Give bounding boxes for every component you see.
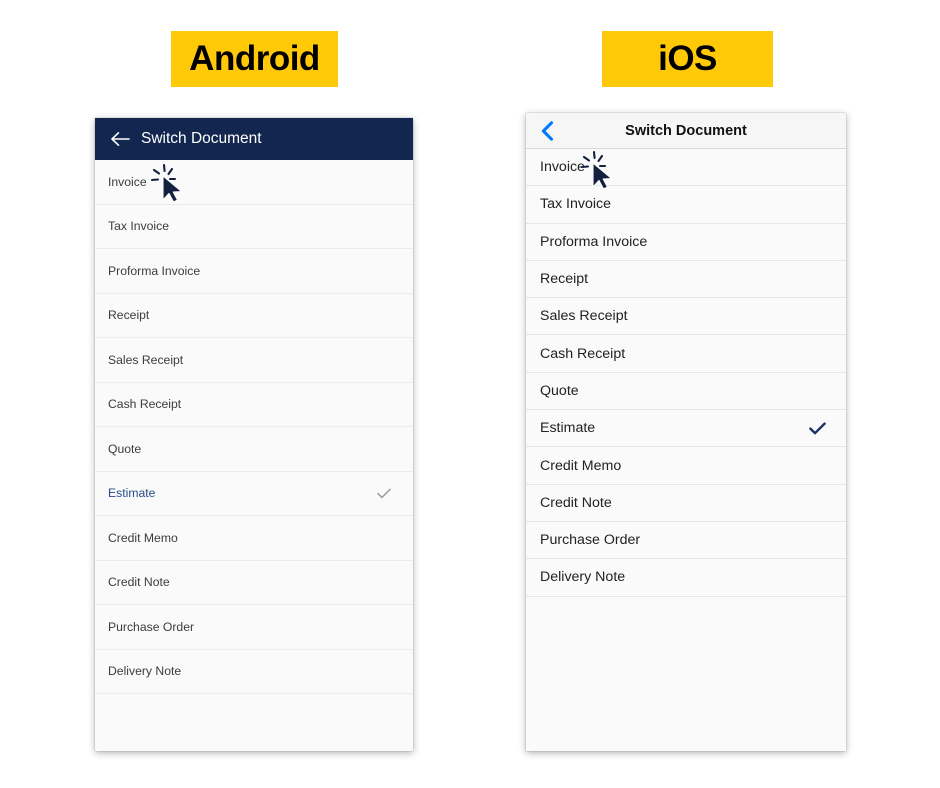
platform-badge-android: Android — [171, 31, 338, 87]
ios-document-list: Invoice Tax Invoice Proforma Invoice Rec… — [526, 149, 846, 597]
android-list-item-label: Credit Note — [108, 575, 170, 590]
ios-list-item-label: Tax Invoice — [540, 196, 611, 213]
ios-list-item-credit-memo[interactable]: Credit Memo — [526, 447, 846, 485]
android-list-item-delivery-note[interactable]: Delivery Note — [95, 649, 413, 694]
back-chevron-icon[interactable] — [538, 120, 556, 142]
android-list-item-credit-memo[interactable]: Credit Memo — [95, 516, 413, 561]
android-list-item-proforma-invoice[interactable]: Proforma Invoice — [95, 249, 413, 294]
platform-badge-ios-label: iOS — [658, 39, 717, 78]
ios-list-item-sales-receipt[interactable]: Sales Receipt — [526, 298, 846, 336]
ios-page-title: Switch Document — [625, 122, 747, 139]
platform-badge-android-label: Android — [189, 39, 320, 78]
ios-list-item-cash-receipt[interactable]: Cash Receipt — [526, 335, 846, 373]
platform-badge-ios: iOS — [602, 31, 773, 87]
android-screen: Switch Document Invoice Tax Invoice Prof… — [95, 118, 413, 751]
ios-list-item-label: Quote — [540, 382, 579, 399]
android-list-item-estimate[interactable]: Estimate — [95, 471, 413, 516]
ios-list-item-label: Proforma Invoice — [540, 233, 648, 250]
ios-list-item-label: Estimate — [540, 420, 596, 437]
android-list-item-label: Estimate — [108, 486, 156, 501]
comparison-stage: Android iOS Switch Document Invoice Tax … — [0, 0, 940, 788]
android-list-item-label: Credit Memo — [108, 530, 178, 545]
ios-list-item-label: Credit Memo — [540, 457, 622, 474]
android-list-item-sales-receipt[interactable]: Sales Receipt — [95, 338, 413, 383]
android-list-item-purchase-order[interactable]: Purchase Order — [95, 605, 413, 650]
ios-list-item-quote[interactable]: Quote — [526, 372, 846, 411]
android-list-item-tax-invoice[interactable]: Tax Invoice — [95, 204, 413, 249]
android-list-item-invoice[interactable]: Invoice — [95, 160, 413, 205]
android-list-item-label: Proforma Invoice — [108, 263, 201, 278]
android-list-item-label: Cash Receipt — [108, 397, 182, 412]
android-list-item-label: Invoice — [108, 174, 147, 189]
android-list-item-quote[interactable]: Quote — [95, 427, 413, 472]
ios-list-item-label: Cash Receipt — [540, 345, 626, 362]
android-list-item-label: Purchase Order — [108, 619, 195, 634]
ios-list-item-credit-note[interactable]: Credit Note — [526, 484, 846, 522]
ios-selected-check-icon — [809, 422, 826, 435]
ios-list-item-delivery-note[interactable]: Delivery Note — [526, 559, 846, 597]
android-list-item-cash-receipt[interactable]: Cash Receipt — [95, 382, 413, 427]
android-list-item-label: Quote — [108, 441, 142, 456]
ios-list-item-proforma-invoice[interactable]: Proforma Invoice — [526, 223, 846, 261]
android-list-item-receipt[interactable]: Receipt — [95, 293, 413, 338]
ios-list-item-label: Delivery Note — [540, 569, 626, 586]
ios-list-item-label: Purchase Order — [540, 532, 641, 549]
ios-list-item-estimate[interactable]: Estimate — [526, 410, 846, 448]
ios-nav-bar: Switch Document — [526, 113, 846, 149]
ios-list-item-label: Invoice — [540, 159, 585, 176]
android-page-title: Switch Document — [141, 130, 262, 147]
ios-list-item-invoice[interactable]: Invoice — [526, 149, 846, 187]
ios-screen: Switch Document Invoice Tax Invoice Prof… — [526, 113, 846, 751]
ios-list-item-receipt[interactable]: Receipt — [526, 260, 846, 299]
ios-list-item-label: Credit Note — [540, 494, 612, 511]
ios-list-item-label: Receipt — [540, 271, 589, 288]
ios-list-item-purchase-order[interactable]: Purchase Order — [526, 521, 846, 560]
android-list-item-label: Delivery Note — [108, 664, 182, 679]
android-list-item-label: Tax Invoice — [108, 219, 169, 234]
android-document-list: Invoice Tax Invoice Proforma Invoice Rec… — [95, 160, 413, 694]
android-list-item-label: Receipt — [108, 308, 150, 323]
ios-list-item-label: Sales Receipt — [540, 308, 628, 325]
ios-list-item-tax-invoice[interactable]: Tax Invoice — [526, 186, 846, 224]
android-app-bar: Switch Document — [95, 118, 413, 160]
android-list-item-credit-note[interactable]: Credit Note — [95, 560, 413, 605]
back-arrow-icon[interactable] — [107, 126, 133, 152]
android-list-item-label: Sales Receipt — [108, 352, 184, 367]
android-selected-check-icon — [377, 488, 391, 499]
